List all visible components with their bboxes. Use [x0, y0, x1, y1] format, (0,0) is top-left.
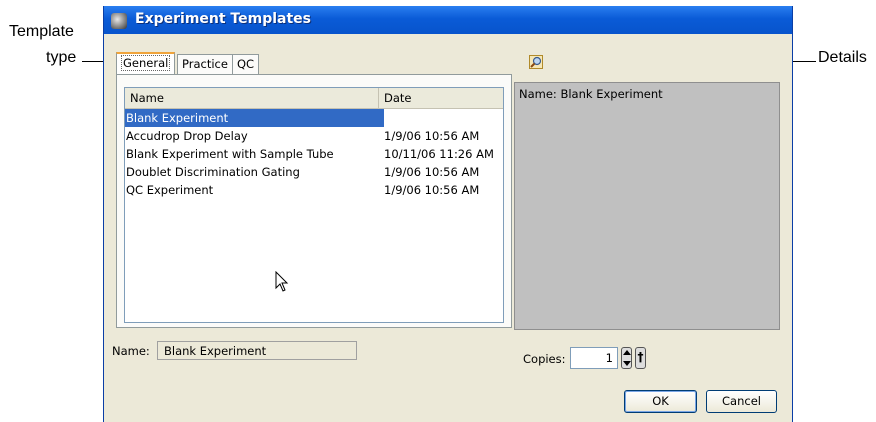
copies-spinner[interactable] — [621, 347, 632, 369]
row-name: Blank Experiment — [126, 111, 229, 125]
copies-input[interactable]: 1 — [570, 347, 618, 369]
experiment-templates-dialog: Experiment Templates General Practice QC… — [103, 6, 793, 422]
tab-qc[interactable]: QC — [232, 54, 260, 74]
column-header-date[interactable]: Date — [378, 88, 504, 108]
callout-template-type-line1: Template — [9, 23, 74, 40]
ok-button[interactable]: OK — [624, 390, 697, 413]
callout-template-type-line — [82, 61, 104, 62]
row-date: 10/11/06 11:26 AM — [384, 147, 494, 161]
row-name: Doublet Discrimination Gating — [126, 165, 300, 179]
table-row[interactable]: Blank Experiment with Sample Tube 10/11/… — [125, 145, 503, 163]
table-row[interactable]: Blank Experiment — [125, 109, 503, 127]
name-field[interactable]: Blank Experiment — [157, 341, 357, 360]
tab-practice-label: Practice — [182, 57, 228, 71]
callout-details: Details — [818, 49, 867, 66]
templates-table[interactable]: Name Date Blank Experiment Accudrop Drop… — [124, 87, 504, 323]
column-header-name[interactable]: Name — [125, 88, 382, 108]
tab-practice[interactable]: Practice — [177, 54, 233, 74]
row-date: 1/9/06 10:56 AM — [384, 129, 480, 143]
magnifier-icon[interactable] — [529, 55, 543, 69]
row-name: Accudrop Drop Delay — [126, 129, 248, 143]
tab-general[interactable]: General — [116, 52, 176, 75]
row-name: Blank Experiment with Sample Tube — [126, 147, 334, 161]
row-name: QC Experiment — [126, 183, 214, 197]
copies-label: Copies: — [523, 352, 566, 366]
table-header: Name Date — [125, 88, 503, 109]
table-row[interactable]: QC Experiment 1/9/06 10:56 AM — [125, 181, 503, 199]
details-text: Name: Blank Experiment — [519, 87, 663, 101]
callout-template-type-line2: type — [46, 49, 77, 66]
mouse-pointer-icon — [275, 271, 289, 292]
copies-lock-icon[interactable]: † — [635, 347, 646, 369]
table-row[interactable]: Accudrop Drop Delay 1/9/06 10:56 AM — [125, 127, 503, 145]
tab-pane-general: Name Date Blank Experiment Accudrop Drop… — [116, 74, 512, 328]
row-date — [384, 109, 503, 127]
app-icon — [111, 13, 127, 29]
table-row[interactable]: Doublet Discrimination Gating 1/9/06 10:… — [125, 163, 503, 181]
row-date: 1/9/06 10:56 AM — [384, 183, 480, 197]
name-label: Name: — [112, 344, 150, 358]
window-title: Experiment Templates — [135, 11, 311, 27]
tab-general-label: General — [121, 55, 171, 71]
details-panel: Name: Blank Experiment — [514, 82, 780, 330]
cancel-button[interactable]: Cancel — [706, 390, 777, 413]
row-date: 1/9/06 10:56 AM — [384, 165, 480, 179]
title-bar[interactable]: Experiment Templates — [104, 6, 792, 34]
tab-qc-label: QC — [237, 57, 255, 71]
